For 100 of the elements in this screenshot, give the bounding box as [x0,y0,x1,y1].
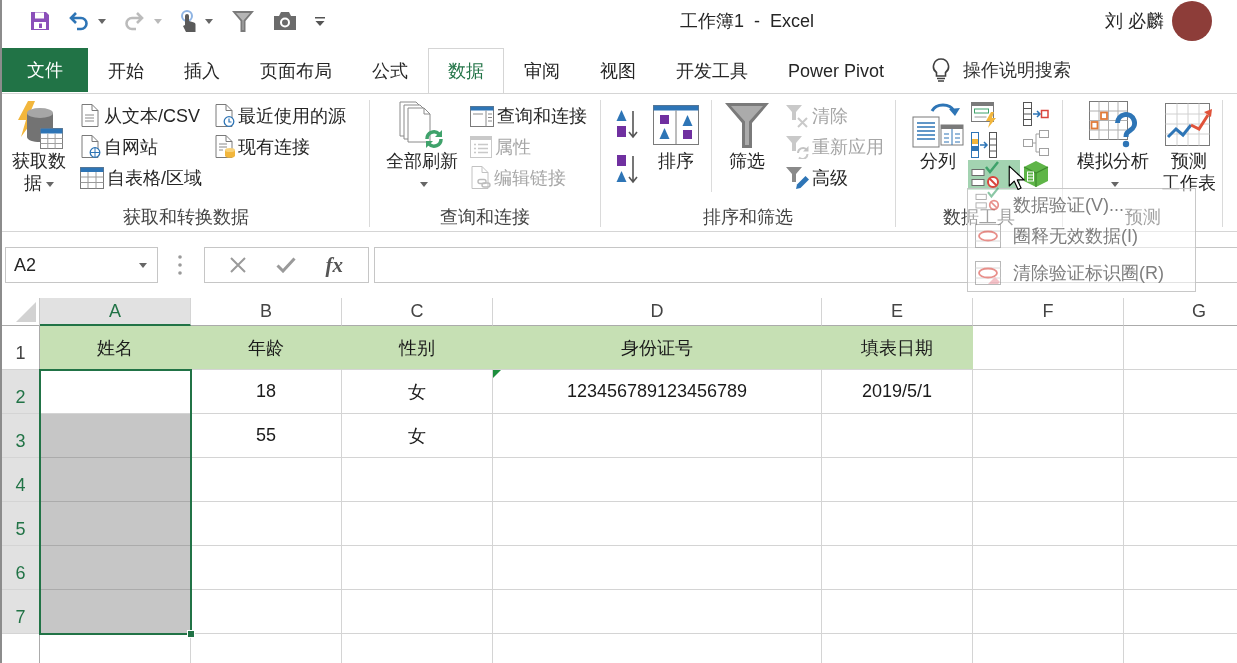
table-cell: 18 [191,370,342,414]
window-title: 工作簿1 - Excel [680,10,815,33]
group-label: 数据工具 [943,207,1015,227]
row-header[interactable]: 4 [2,458,40,502]
columns-arrow-icon[interactable] [971,132,997,158]
ribbon-tab[interactable]: 数据 [428,48,504,93]
row-header[interactable]: 3 [2,414,40,458]
row-header[interactable]: 5 [2,502,40,546]
table-cell: 55 [191,414,342,458]
table-header-cell: 姓名 [40,326,191,370]
queries-connections-button[interactable]: 查询和连接 [467,100,590,131]
ribbon-tab[interactable]: 审阅 [504,48,580,93]
group-label: 获取和转换数据 [122,207,249,227]
table-cell: 2019/5/1 [822,370,973,414]
database-lightning-icon [15,101,64,149]
refresh-all-button[interactable]: 全部刷新 [380,100,464,194]
existing-connections-button[interactable]: 现有连接 [210,131,313,162]
funnel-icon [231,9,255,33]
text-to-columns-button[interactable]: 分列 [908,100,968,172]
touch-mode-button[interactable] [180,10,213,32]
funnel-refresh-icon [785,134,809,159]
customize-caret-icon [315,16,325,26]
name-box[interactable]: A2 [5,247,158,283]
caret-icon [420,181,428,187]
ribbon-tab[interactable]: 开始 [88,48,164,93]
ribbon-tab[interactable]: 页面布局 [240,48,352,93]
row-header[interactable]: 6 [2,546,40,590]
save-button[interactable] [30,11,50,31]
funnel-icon [724,101,770,149]
column-arrow-box-icon[interactable] [1023,102,1049,126]
checkmark-icon[interactable] [275,257,296,273]
column-header[interactable]: F [973,298,1124,326]
undo-button[interactable] [68,11,106,31]
customize-toolbar-button[interactable] [315,16,325,26]
cube-icon[interactable] [1023,160,1049,188]
sort-grid-icon [653,105,699,145]
group-label: 排序和筛选 [703,207,793,227]
table-header-cell: 年龄 [191,326,342,370]
table-cell: 女 [342,414,493,458]
list-icon [470,135,492,158]
caret-icon [98,18,106,24]
panel-window-icon [470,104,494,127]
lightning-table-icon[interactable] [971,102,997,128]
curved-arrow-left-icon [68,11,89,31]
filter-button[interactable]: 筛选 [720,100,774,172]
error-triangle-icon [493,370,501,378]
insert-function-button[interactable]: fx [325,252,344,278]
grip-dots-icon[interactable] [178,255,182,275]
tell-me-search[interactable]: 操作说明搜索 [932,58,1072,82]
column-header[interactable]: C [342,298,493,326]
row-header[interactable]: 2 [2,370,40,414]
sort-ascending-icon[interactable] [616,108,638,140]
formula-input-field[interactable] [374,247,1237,283]
mouse-pointer-icon [1008,165,1025,191]
ribbon-tab[interactable]: Power Pivot [768,48,905,93]
group-label: 预测 [1124,207,1161,227]
column-header[interactable]: D [493,298,822,326]
sort-button[interactable]: 排序 [649,100,703,172]
camera-button[interactable] [273,11,297,31]
filter-button[interactable] [231,9,255,33]
get-data-button[interactable]: 获取数据 [8,100,71,194]
checklist-icon [971,161,1001,189]
ribbon-tab[interactable]: 开发工具 [656,48,768,93]
fill-handle[interactable] [187,630,195,638]
text-document-icon [79,104,101,127]
column-header[interactable]: E [822,298,973,326]
clock-document-icon [213,104,235,127]
recent-sources-button[interactable]: 最近使用的源 [210,100,349,131]
ribbon-tab[interactable]: 公式 [352,48,428,93]
what-if-analysis-button[interactable]: 模拟分析 [1071,100,1155,194]
split-columns-icon [912,101,964,149]
table-header-cell: 身份证号 [493,326,822,370]
table-header-cell: 性别 [342,326,493,370]
globe-document-icon [79,135,101,158]
row-header[interactable]: 7 [2,590,40,634]
cross-icon[interactable] [229,257,246,273]
camera-icon [273,11,297,31]
column-header[interactable]: B [191,298,342,326]
ribbon-tab[interactable]: 插入 [164,48,240,93]
advanced-filter-button[interactable]: 高级 [782,162,851,193]
sort-descending-icon[interactable] [616,153,638,185]
menu-item[interactable]: 清除验证标识圈(R) [968,254,1195,291]
forecast-sheet-button[interactable]: 预测工作表 [1158,100,1221,194]
caret-icon [205,18,213,24]
from-text-csv-button[interactable]: 从文本/CSV [76,100,203,131]
from-web-button[interactable]: 自网站 [76,131,161,162]
line-chart-icon [1165,103,1214,147]
user-name: 刘 必麟 [1105,10,1164,33]
ribbon-tab[interactable]: 视图 [580,48,656,93]
group-label: 查询和连接 [440,207,530,227]
file-tab[interactable]: 文件 [2,48,88,92]
table-cell: 女 [342,370,493,414]
caret-icon [154,18,162,24]
table-header-cell: 填表日期 [822,326,973,370]
refresh-documents-icon [398,101,446,149]
curved-arrow-right-icon [124,11,145,31]
database-document-icon [213,135,235,158]
column-header[interactable]: A [40,298,191,326]
from-table-range-button[interactable]: 自表格/区域 [76,162,205,193]
avatar-icon[interactable] [1172,1,1212,41]
